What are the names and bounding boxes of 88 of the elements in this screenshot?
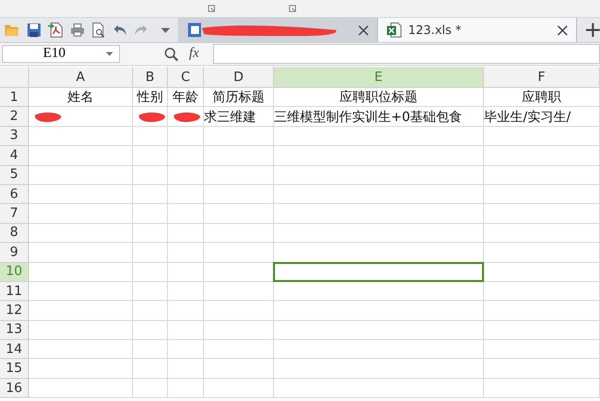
document-icon — [187, 22, 202, 38]
row-header[interactable]: 1 — [0, 88, 29, 108]
row-header[interactable]: 7 — [0, 204, 29, 224]
row-header[interactable]: 11 — [0, 282, 29, 302]
table-cell — [168, 243, 204, 263]
print-icon[interactable] — [70, 23, 85, 37]
table-cell — [204, 359, 274, 379]
undo-icon[interactable] — [113, 24, 127, 36]
row-header[interactable]: 14 — [0, 340, 29, 360]
table-cell — [168, 262, 204, 282]
table-cell — [133, 359, 168, 379]
table-cell — [133, 282, 168, 302]
table-cell — [168, 184, 204, 204]
column-header[interactable]: A — [29, 67, 133, 88]
table-cell — [204, 320, 274, 340]
table-cell — [204, 301, 274, 321]
table-cell — [168, 146, 204, 166]
table-cell: 求三维建 — [204, 107, 274, 127]
close-icon[interactable] — [557, 24, 568, 36]
table-cell — [133, 340, 168, 360]
row-header[interactable]: 8 — [0, 224, 29, 244]
row-header[interactable]: 4 — [0, 146, 29, 166]
table-cell — [204, 224, 274, 244]
function-button[interactable]: fx — [189, 46, 200, 62]
column-header[interactable]: D — [204, 67, 274, 88]
row-header[interactable]: 5 — [0, 166, 29, 185]
table-cell — [133, 166, 168, 185]
row-header[interactable]: 6 — [0, 184, 29, 204]
row-header[interactable]: 3 — [0, 126, 29, 146]
name-box[interactable]: E10 — [2, 45, 120, 63]
dropdown-caret-icon — [106, 52, 113, 56]
table-cell — [133, 378, 168, 398]
table-cell: 三维模型制作实训生+0基础包食 — [274, 107, 484, 127]
table-cell: 应聘职 — [484, 88, 600, 108]
table-cell: 姓名 — [29, 88, 133, 108]
table-cell — [204, 204, 274, 224]
table-cell: 应聘职位标题 — [274, 88, 484, 108]
table-cell: 性别 — [133, 88, 168, 108]
table-cell — [168, 224, 204, 244]
dropdown-caret-icon[interactable] — [161, 28, 170, 32]
row-header[interactable]: 16 — [0, 378, 29, 398]
document-tab[interactable] — [179, 18, 378, 42]
table-cell — [204, 378, 274, 398]
table-cell — [133, 301, 168, 321]
table-cell — [168, 320, 204, 340]
table-cell — [204, 282, 274, 302]
row-header[interactable]: 12 — [0, 301, 29, 321]
add-tab-icon[interactable] — [586, 23, 600, 37]
table-cell — [204, 126, 274, 146]
column-header[interactable]: C — [168, 67, 204, 88]
table-cell — [133, 204, 168, 224]
table-cell — [204, 184, 274, 204]
table-cell — [204, 166, 274, 185]
table-cell — [133, 262, 168, 282]
table-cell — [168, 359, 204, 379]
table-cell — [168, 301, 204, 321]
search-icon[interactable] — [164, 46, 179, 62]
row-header[interactable]: 15 — [0, 359, 29, 379]
pdf-export-icon[interactable] — [48, 22, 63, 38]
table-cell — [168, 378, 204, 398]
column-header[interactable]: B — [133, 67, 168, 88]
table-cell: 年龄 — [168, 88, 204, 108]
table-cell: 毕业生/实习生/ — [484, 107, 600, 127]
table-cell: 简历标题 — [204, 88, 274, 108]
table-cell — [168, 282, 204, 302]
row-header[interactable]: 9 — [0, 243, 29, 263]
save-icon[interactable] — [27, 23, 41, 37]
close-icon[interactable] — [358, 24, 370, 36]
table-cell — [133, 243, 168, 263]
print-preview-icon[interactable] — [92, 22, 106, 38]
launcher-icon[interactable] — [289, 5, 296, 12]
formula-input[interactable] — [213, 44, 600, 64]
table-cell — [204, 340, 274, 360]
column-header[interactable]: F — [484, 67, 600, 88]
launcher-icon[interactable] — [208, 5, 215, 12]
row-header[interactable]: 2 — [0, 107, 29, 127]
table-cell — [133, 146, 168, 166]
table-cell — [168, 204, 204, 224]
row-header[interactable]: 13 — [0, 320, 29, 340]
table-cell — [168, 340, 204, 360]
table-cell — [204, 243, 274, 263]
table-cell — [133, 320, 168, 340]
document-tab[interactable]: 123.xls * — [378, 18, 578, 42]
table-cell — [133, 184, 168, 204]
spreadsheet-icon — [386, 22, 402, 38]
table-cell — [168, 166, 204, 185]
table-cell — [133, 224, 168, 244]
table-cell — [204, 146, 274, 166]
